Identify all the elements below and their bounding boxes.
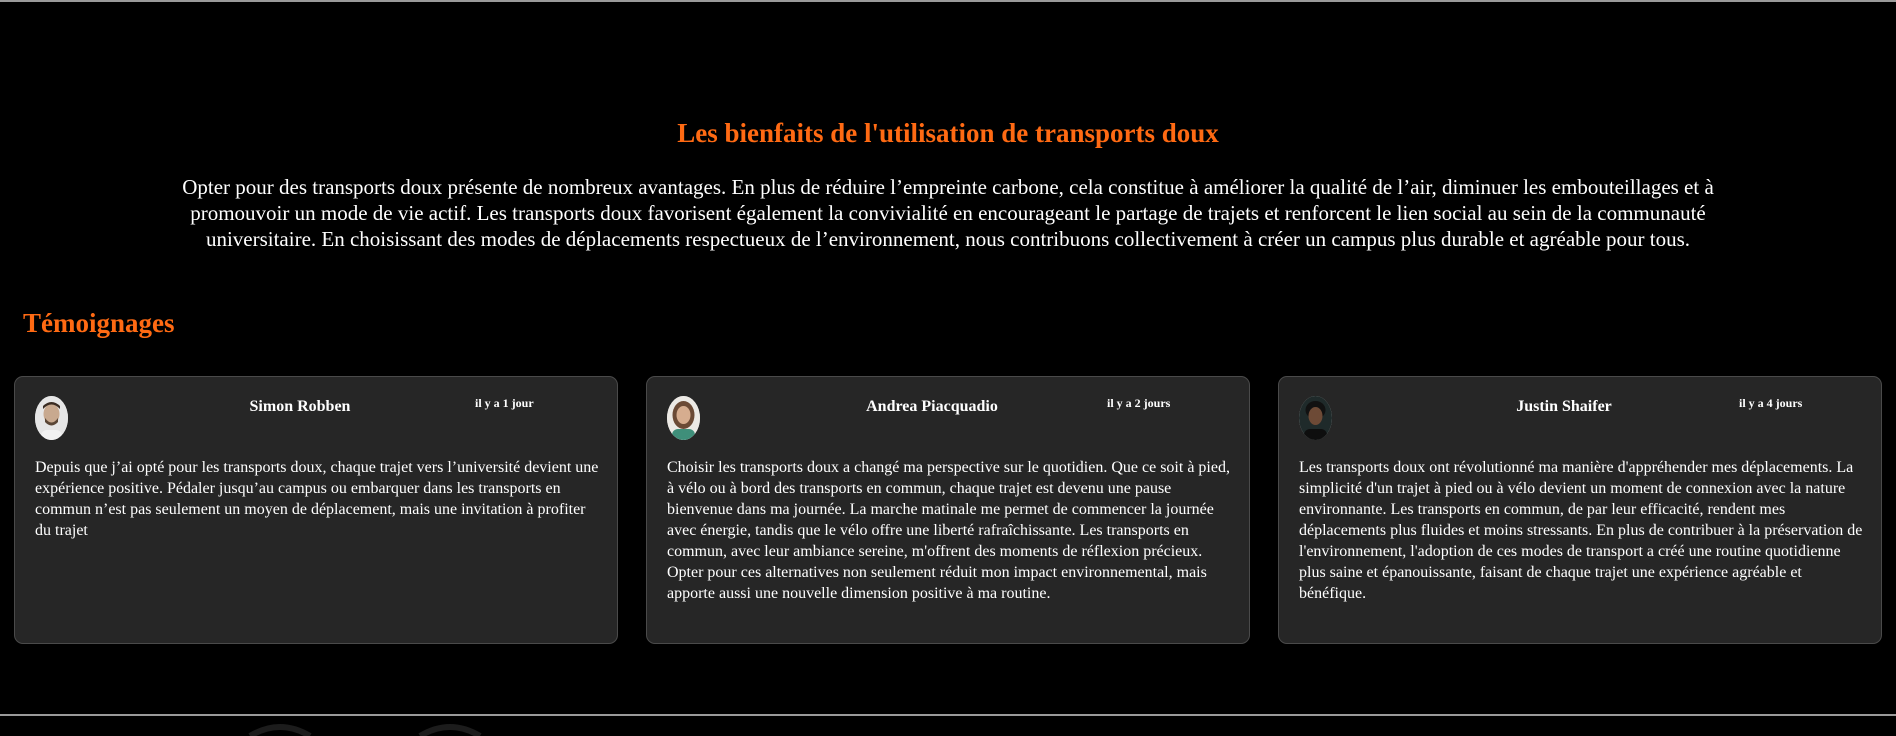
testimonial-time: il y a 2 jours bbox=[1107, 396, 1171, 410]
testimonials-title: Témoignages bbox=[23, 308, 175, 338]
testimonial-card: Simon Robben il y a 1 jour Depuis que j’… bbox=[14, 376, 618, 644]
avatar bbox=[667, 396, 700, 440]
testimonial-card: Andrea Piacquadio il y a 2 jours Choisir… bbox=[646, 376, 1250, 644]
testimonial-time: il y a 4 jours bbox=[1739, 396, 1803, 410]
testimonial-card: Justin Shaifer il y a 4 jours Les transp… bbox=[1278, 376, 1882, 644]
top-divider bbox=[0, 0, 1896, 2]
testimonial-time: il y a 1 jour bbox=[475, 396, 534, 410]
testimonial-author: Justin Shaifer bbox=[1516, 398, 1612, 415]
testimonial-text: Depuis que j’ai opté pour les transports… bbox=[35, 459, 599, 539]
testimonial-text: Choisir les transports doux a changé ma … bbox=[667, 459, 1230, 602]
hero-title: Les bienfaits de l'utilisation de transp… bbox=[677, 118, 1219, 148]
testimonial-text: Les transports doux ont révolutionné ma … bbox=[1299, 459, 1863, 602]
testimonial-author: Simon Robben bbox=[249, 398, 351, 415]
avatar bbox=[35, 396, 68, 440]
hero-text: Opter pour des transports doux présente … bbox=[182, 175, 1714, 251]
footer-decoration bbox=[240, 716, 540, 736]
avatar bbox=[1299, 396, 1332, 440]
testimonial-author: Andrea Piacquadio bbox=[866, 398, 998, 415]
page: Les bienfaits de l'utilisation de transp… bbox=[0, 0, 1896, 736]
